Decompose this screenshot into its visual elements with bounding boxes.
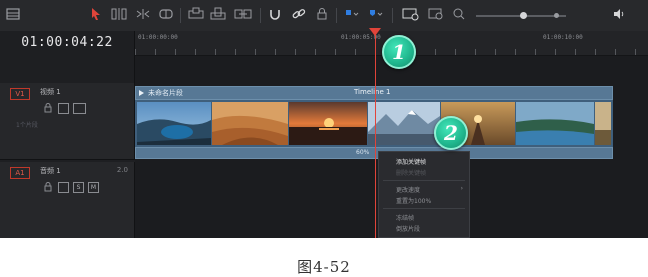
thumbnail-end xyxy=(595,102,611,145)
step-marker-2: 2 xyxy=(434,116,468,150)
zoom-slider-knob[interactable] xyxy=(520,12,527,19)
audio-track-header: A1 音频 1 2.0 S M xyxy=(0,162,135,238)
figure-caption: 图4-52 xyxy=(297,258,351,276)
track-name: 音频 1 xyxy=(40,167,61,175)
menu-item-delete-keyframe[interactable]: 删除关键帧 xyxy=(396,168,426,177)
blade-icon[interactable] xyxy=(158,7,174,23)
thumbnail-mountain xyxy=(368,102,440,145)
video-clip-footer[interactable]: 60% xyxy=(135,147,613,159)
editor-window: 01:00:04:22 01:00:00:00 01:00:05:00 01:0… xyxy=(0,0,648,238)
flag-icon[interactable] xyxy=(344,7,360,23)
track-badge-a1[interactable]: A1 xyxy=(10,167,30,179)
zoom-slider-end xyxy=(554,13,559,18)
marker-icon[interactable] xyxy=(368,7,384,23)
linked-selection-icon[interactable] xyxy=(292,7,306,23)
overwrite-clip-icon[interactable] xyxy=(210,7,226,23)
lock-icon[interactable] xyxy=(44,182,52,192)
channel-format: 2.0 xyxy=(116,166,128,174)
menu-item-freeze-frame[interactable]: 冻结帧 xyxy=(396,213,414,222)
timecode-panel: 01:00:04:22 xyxy=(0,31,135,83)
snapping-icon[interactable] xyxy=(268,7,282,23)
ruler-label: 01:00:00:00 xyxy=(138,34,178,41)
clip-title: 未命名片段 xyxy=(148,89,183,97)
submenu-arrow-icon: › xyxy=(460,185,463,192)
step-marker-1: 1 xyxy=(382,35,416,69)
toolbar-divider xyxy=(180,8,181,23)
audio-icon[interactable] xyxy=(612,7,628,23)
thumbnail-desert xyxy=(212,102,288,145)
dynamic-trim-icon[interactable] xyxy=(134,7,152,23)
context-menu: 添加关键帧 删除关键帧 更改速度 › 重置为100% 冻结帧 倒放片段 xyxy=(378,151,470,238)
video-track-header: V1 视频 1 1个片段 xyxy=(0,83,135,160)
playhead-handle[interactable] xyxy=(369,28,381,36)
edit-toolbar xyxy=(0,0,648,32)
step-number: 1 xyxy=(392,40,406,64)
thumbnail-lake xyxy=(137,102,211,145)
zoom-custom-icon[interactable] xyxy=(452,7,466,23)
playhead-line[interactable] xyxy=(375,31,376,238)
track-visibility-icon[interactable] xyxy=(73,103,86,114)
lock-icon[interactable] xyxy=(44,103,52,113)
ruler-label: 01:00:10:00 xyxy=(543,34,583,41)
play-icon xyxy=(139,90,144,96)
menu-divider xyxy=(383,208,465,209)
timeline-name: Timeline 1 xyxy=(354,88,391,96)
track-name: 视频 1 xyxy=(40,88,61,96)
menu-item-change-speed[interactable]: 更改速度 xyxy=(396,185,420,194)
auto-select-icon[interactable] xyxy=(58,103,69,114)
trim-icon[interactable] xyxy=(110,7,128,23)
auto-select-icon[interactable] xyxy=(58,182,69,193)
toolbar-divider xyxy=(392,8,393,23)
video-clip-header[interactable]: 未命名片段 Timeline 1 xyxy=(135,86,613,100)
menu-item-add-keyframe[interactable]: 添加关键帧 xyxy=(396,157,426,166)
step-number: 2 xyxy=(444,121,458,145)
thumbnail-sunset xyxy=(289,102,367,145)
track-badge-v1[interactable]: V1 xyxy=(10,88,30,100)
toolbar-divider xyxy=(336,8,337,23)
mute-button[interactable]: M xyxy=(88,182,99,193)
clip-speed-label: 60% xyxy=(356,149,370,156)
position-lock-icon[interactable] xyxy=(316,7,328,23)
track-clip-count: 1个片段 xyxy=(16,122,38,129)
select-pointer-icon[interactable] xyxy=(90,7,102,23)
zoom-detail-icon[interactable] xyxy=(428,7,444,23)
menu-item-reset-100[interactable]: 重置为100% xyxy=(396,196,431,205)
timecode-display[interactable]: 01:00:04:22 xyxy=(0,35,134,50)
video-clip-thumbnails[interactable] xyxy=(135,100,613,147)
insert-clip-icon[interactable] xyxy=(188,7,204,23)
timeline-layout-icon[interactable] xyxy=(6,7,20,23)
menu-item-reverse-clip[interactable]: 倒放片段 xyxy=(396,224,420,233)
thumbnail-river xyxy=(516,102,594,145)
figure: 01:00:04:22 01:00:00:00 01:00:05:00 01:0… xyxy=(0,0,648,276)
replace-clip-icon[interactable] xyxy=(234,7,252,23)
toolbar-divider xyxy=(260,8,261,23)
solo-button[interactable]: S xyxy=(73,182,84,193)
menu-divider xyxy=(383,180,465,181)
zoom-full-icon[interactable] xyxy=(402,7,420,23)
